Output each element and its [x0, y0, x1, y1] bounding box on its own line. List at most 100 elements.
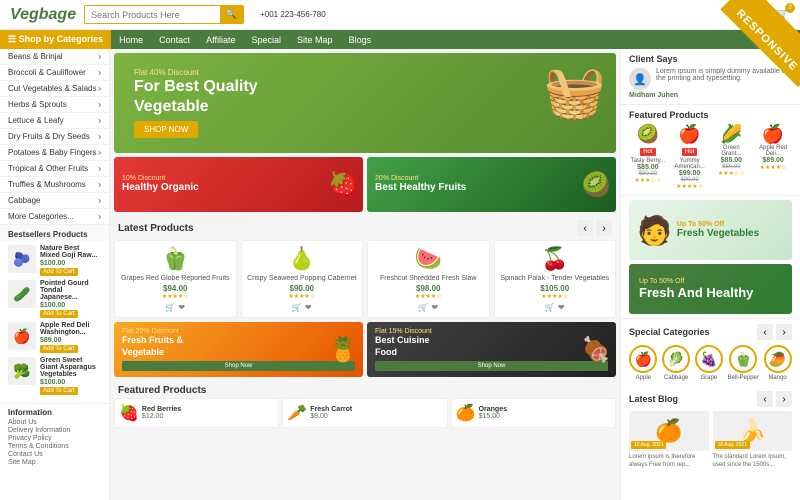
- product-card: 🍉 Freshcut Shredded Fresh Slaw $98.00 ★★…: [367, 240, 490, 318]
- add-to-cart-btn[interactable]: Add To Cart: [40, 345, 78, 353]
- sc-label: Cabbage: [664, 375, 688, 381]
- bottom-banners: Flat 20% Discount Fresh Fruits &Vegetabl…: [114, 322, 616, 377]
- special-category-item[interactable]: 🍎 Apple: [629, 345, 657, 381]
- product-price: $105.00: [500, 284, 611, 293]
- fresh-healthy-discount: Up To 50% Off: [639, 278, 782, 285]
- fr-product-price: $85.00: [713, 157, 751, 164]
- bestseller-image: 🥦: [8, 357, 36, 385]
- nav-link[interactable]: Site Map: [289, 31, 341, 49]
- special-category-item[interactable]: 🥭 Mango: [764, 345, 792, 381]
- cats-next-btn[interactable]: ›: [776, 324, 792, 340]
- sidebar-category-item[interactable]: Truffles & Mushrooms›: [0, 177, 109, 193]
- bottom-banner-btn[interactable]: Shop Now: [375, 361, 608, 371]
- nav-link[interactable]: Blogs: [341, 31, 380, 49]
- sidebar-category-item[interactable]: Potatoes & Baby Fingers›: [0, 145, 109, 161]
- product-name: Grapes Red Globe Reported Fruits: [120, 275, 231, 282]
- nav-link[interactable]: Contact: [151, 31, 198, 49]
- product-wishlist-btn[interactable]: ❤: [305, 303, 312, 312]
- nav-link[interactable]: Special: [244, 31, 290, 49]
- sidebar-category-item[interactable]: Lettuce & Leafy›: [0, 113, 109, 129]
- featured-bottom-title: Featured Products: [110, 381, 620, 398]
- product-cart-btn[interactable]: 🛒: [165, 303, 175, 312]
- product-wishlist-btn[interactable]: ❤: [431, 303, 438, 312]
- fr-product-name: Green Grant...: [713, 145, 751, 157]
- blog-next-btn[interactable]: ›: [776, 391, 792, 407]
- product-image: 🫑: [120, 246, 231, 272]
- search-button[interactable]: 🔍: [220, 6, 243, 23]
- cart-icon[interactable]: 🛒 2: [774, 7, 790, 23]
- product-cart-btn[interactable]: 🛒: [292, 303, 302, 312]
- sidebar-category-item[interactable]: More Categories...›: [0, 209, 109, 225]
- special-category-item[interactable]: 🫑 Bell-Pepper: [728, 345, 759, 381]
- blog-header: Latest Blog ‹ ›: [629, 391, 792, 407]
- category-menu-btn[interactable]: ☰ Shop by Categories: [0, 30, 111, 49]
- add-to-cart-btn[interactable]: Add To Cart: [40, 387, 78, 395]
- sidebar-category-item[interactable]: Beans & Brinjal›: [0, 49, 109, 65]
- nav-links: HomeContactAffiliateSpecialSite MapBlogs: [111, 31, 379, 49]
- client-name: Midham Juhen: [629, 92, 792, 99]
- sidebar-category-item[interactable]: Herbs & Sprouts›: [0, 97, 109, 113]
- sidebar-category-item[interactable]: Broccoli & Cauliflower›: [0, 65, 109, 81]
- bottom-banner-title: Best CuisineFood: [375, 335, 608, 358]
- bestseller-price: $89.00: [40, 337, 101, 344]
- info-link[interactable]: About Us: [8, 419, 101, 426]
- bestseller-name: Green Sweet Giant Asparagus Vegetables: [40, 357, 101, 378]
- featured-right-products: 🥝 Hot Tasty Berry... $85.00 $80.00 ★★★☆☆…: [629, 124, 792, 190]
- fresh-veg-title: Fresh Vegetables: [677, 228, 759, 239]
- products-next-btn[interactable]: ›: [596, 220, 612, 236]
- product-cart-btn[interactable]: 🛒: [418, 303, 428, 312]
- sidebar-category-item[interactable]: Cut Vegetables & Salads›: [0, 81, 109, 97]
- search-input[interactable]: [85, 6, 220, 23]
- cats-prev-btn[interactable]: ‹: [757, 324, 773, 340]
- product-rating: ★★★★☆: [500, 293, 611, 300]
- product-price: $94.00: [120, 284, 231, 293]
- bestseller-info: Apple Red Deli Washington... $89.00 Add …: [40, 322, 101, 353]
- fr-product-rating: ★★★☆☆: [629, 177, 667, 184]
- product-rating: ★★★★☆: [373, 293, 484, 300]
- special-cats-items: 🍎 Apple 🥬 Cabbage 🍇 Grape 🫑 Bell-Pepper …: [629, 345, 792, 381]
- hero-image: 🧺: [544, 63, 606, 122]
- special-category-item[interactable]: 🥬 Cabbage: [662, 345, 690, 381]
- products-prev-btn[interactable]: ‹: [577, 220, 593, 236]
- wishlist-icon[interactable]: ❤: [755, 7, 766, 23]
- product-wishlist-btn[interactable]: ❤: [558, 303, 565, 312]
- nav-link[interactable]: Affiliate: [198, 31, 243, 49]
- product-actions: 🛒 ❤: [120, 303, 231, 312]
- bottom-banner-btn[interactable]: Shop Now: [122, 361, 355, 371]
- featured-info: Red Berries $12.00: [142, 406, 181, 420]
- info-link[interactable]: Contact Us: [8, 451, 101, 458]
- special-category-item[interactable]: 🍇 Grape: [695, 345, 723, 381]
- info-link[interactable]: Site Map: [8, 459, 101, 466]
- product-name: Crispy Seaweed Popping Cabernet: [247, 275, 358, 282]
- special-cats-header: Special Categories ‹ ›: [629, 324, 792, 340]
- add-to-cart-btn[interactable]: Add To Cart: [40, 268, 78, 276]
- account-icon[interactable]: 👤: [731, 7, 747, 23]
- nav-link[interactable]: Home: [111, 31, 151, 49]
- blog-prev-btn[interactable]: ‹: [757, 391, 773, 407]
- info-link[interactable]: Privacy Policy: [8, 435, 101, 442]
- product-price: $98.00: [373, 284, 484, 293]
- product-wishlist-btn[interactable]: ❤: [178, 303, 185, 312]
- banner-discount: 20% Discount: [375, 175, 608, 182]
- bestseller-item: 🥒 Pointed Gourd Tondal Japanese... $100.…: [8, 280, 101, 318]
- featured-item: 🥕 Fresh Carrot $8.00: [282, 398, 447, 428]
- info-link[interactable]: Terms & Conditions: [8, 443, 101, 450]
- special-cats-title: Special Categories: [629, 327, 710, 337]
- sidebar-category-item[interactable]: Tropical & Other Fruits›: [0, 161, 109, 177]
- featured-right-product: 🍎 Apple Red Deli... $89.00 ★★★★☆: [754, 124, 792, 190]
- add-to-cart-btn[interactable]: Add To Cart: [40, 310, 78, 318]
- latest-products-header: Latest Products ‹ ›: [110, 216, 620, 240]
- hero-shop-btn[interactable]: SHOP NOW: [134, 121, 198, 138]
- product-cart-btn[interactable]: 🛒: [545, 303, 555, 312]
- fresh-healthy-title: Fresh And Healthy: [639, 285, 782, 300]
- bestseller-item: 🫐 Nature Best Mixed Goji Raw... $100.00 …: [8, 245, 101, 276]
- sidebar-category-item[interactable]: Dry Fruits & Dry Seeds›: [0, 129, 109, 145]
- fr-product-image: 🌽: [713, 124, 751, 145]
- info-link[interactable]: Delivery Information: [8, 427, 101, 434]
- product-actions: 🛒 ❤: [500, 303, 611, 312]
- right-panel: Client Says 👤 Lorem ipsum is simply dumm…: [620, 49, 800, 500]
- sidebar-category-item[interactable]: Cabbage›: [0, 193, 109, 209]
- blog-image: 🍊 12 Aug, 2021: [629, 411, 709, 451]
- featured-right-product: 🌽 Green Grant... $85.00 $80.00 ★★★☆☆: [713, 124, 751, 190]
- latest-products-row: 🫑 Grapes Red Globe Reported Fruits $94.0…: [110, 240, 620, 322]
